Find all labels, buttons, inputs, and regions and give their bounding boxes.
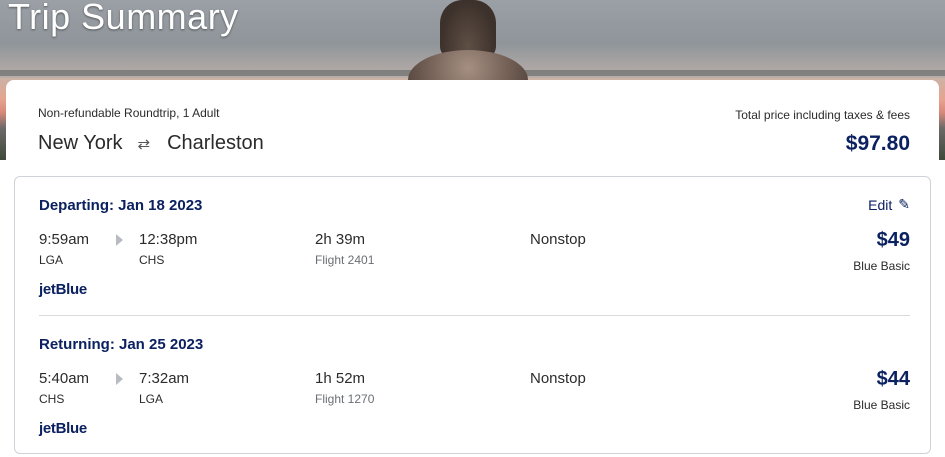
airline-logo: jetBlue [39,281,87,298]
right-arrow-icon [116,373,123,385]
arrive-airport: LGA [139,392,164,406]
departing-segment: Departing: Jan 18 2023 Edit ✎ 9:59am LGA… [15,177,930,315]
flight-segments-panel: Departing: Jan 18 2023 Edit ✎ 9:59am LGA… [14,176,931,454]
origin-city: New York [38,132,123,154]
flight-duration: 1h 52m [315,370,366,387]
segment-price: $49 [876,229,910,251]
depart-airport: LGA [39,253,64,267]
returning-segment: Returning: Jan 25 2023 5:40am CHS 7:32am… [15,316,930,454]
depart-time: 9:59am [39,231,90,248]
segment-title: Departing: Jan 18 2023 [39,197,203,214]
destination-city: Charleston [167,132,264,154]
trip-summary-card: Non-refundable Roundtrip, 1 Adult New Yo… [6,80,939,457]
fare-class: Blue Basic [853,398,910,412]
pencil-icon: ✎ [898,196,910,212]
arrive-time: 12:38pm [139,231,198,248]
segment-price: $44 [876,368,910,390]
arrive-airport: CHS [139,253,165,267]
total-price-label: Total price including taxes & fees [735,108,910,122]
airline-logo: jetBlue [39,420,87,437]
page-title: Trip Summary [8,0,239,37]
flight-duration: 2h 39m [315,231,366,248]
total-price: $97.80 [845,132,910,155]
trip-type-label: Non-refundable Roundtrip, 1 Adult [38,106,220,120]
route: New York ⇄ Charleston [38,132,264,155]
segment-title: Returning: Jan 25 2023 [39,336,204,353]
depart-airport: CHS [39,392,65,406]
edit-button[interactable]: Edit ✎ [868,196,910,213]
stops-label: Nonstop [530,370,586,387]
stops-label: Nonstop [530,231,586,248]
right-arrow-icon [116,234,123,246]
fare-class: Blue Basic [853,259,910,273]
depart-time: 5:40am [39,370,90,387]
flight-number: Flight 1270 [315,392,375,406]
arrive-time: 7:32am [139,370,190,387]
edit-label: Edit [868,196,893,213]
flight-number: Flight 2401 [315,253,375,267]
swap-arrows-icon: ⇄ [137,135,151,153]
